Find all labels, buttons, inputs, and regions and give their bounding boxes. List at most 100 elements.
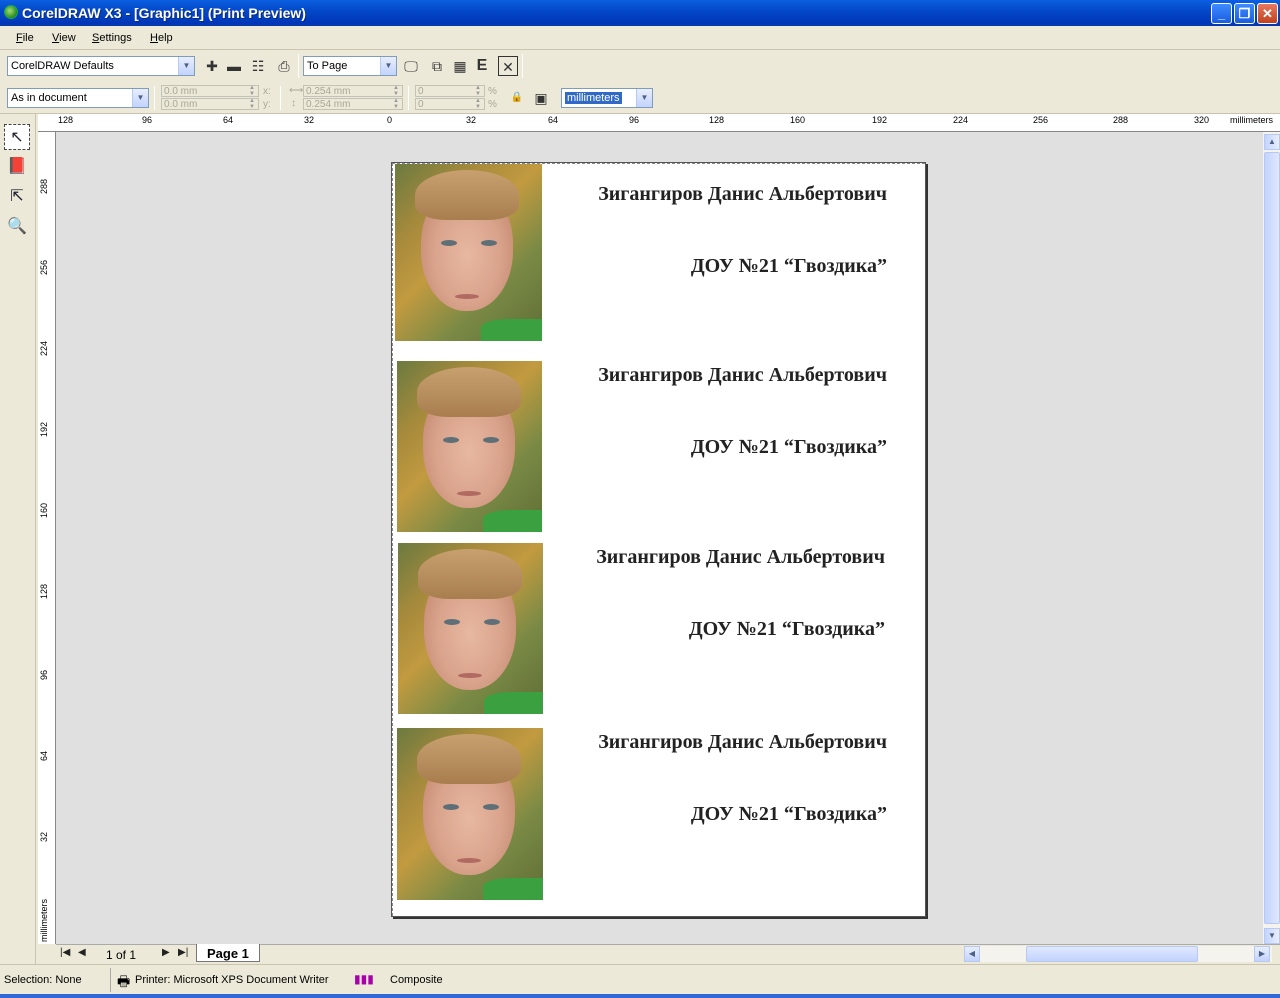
zoom-tool-icon[interactable]: 🔍 (4, 214, 30, 240)
position-value: As in document (11, 92, 87, 104)
ruler-tick-label: 288 (1113, 115, 1129, 125)
ruler-tick-label: 128 (39, 583, 49, 599)
chevron-down-icon[interactable]: ▼ (178, 57, 194, 75)
toolbar-separator (522, 54, 523, 78)
ruler-tick-label: 128 (58, 115, 74, 125)
maximize-button[interactable]: ❐ (1234, 3, 1255, 24)
menu-help[interactable]: Help (150, 32, 173, 44)
ruler-units-label: millimeters (1230, 115, 1274, 125)
toolbox: ↖ 📕 ⇱ 🔍 (0, 114, 36, 964)
pick-tool-icon[interactable]: ↖ (4, 124, 30, 150)
ruler-tick-label: 256 (39, 259, 49, 275)
zoom-value: To Page (307, 60, 348, 72)
child-photo (397, 728, 543, 900)
ruler-tick-label: 128 (709, 115, 725, 125)
last-page-icon[interactable]: ▶| (178, 947, 188, 958)
ruler-tick-label: 160 (790, 115, 806, 125)
scroll-left-icon[interactable]: ◀ (964, 946, 980, 962)
print-preview-toolbar: CorelDRAW Defaults ▼ ✚ ▬ ☷ ⎙ To Page ▼ 🖵… (0, 51, 1280, 81)
minimize-button[interactable]: _ (1211, 3, 1232, 24)
badge[interactable]: Зигангиров Данис Альбертович ДОУ №21 “Гв… (392, 727, 927, 907)
full-screen-icon[interactable]: 🖵 (401, 56, 421, 76)
badge-org: ДОУ №21 “Гвоздика” (690, 803, 887, 825)
add-preset-icon[interactable]: ✚ (202, 56, 222, 76)
imposition-icon[interactable]: ⧉ (427, 56, 447, 76)
menu-settings[interactable]: Settings (92, 32, 132, 44)
badge[interactable]: Зигангиров Данис Альбертович ДОУ №21 “Гв… (392, 163, 927, 343)
printer-icon: 🖶 (117, 973, 131, 989)
coreldraw-app-icon[interactable] (4, 5, 18, 19)
horizontal-scrollbar[interactable]: ◀ ▶ (964, 946, 1272, 962)
horizontal-scroll-thumb[interactable] (1026, 946, 1198, 962)
horizontal-ruler[interactable]: 128 96 64 32 0 32 64 96 128 160 192 224 … (38, 114, 1280, 132)
percent-label: % (488, 86, 497, 97)
vertical-scrollbar[interactable]: ▲ ▼ (1262, 132, 1280, 944)
zoom-select[interactable]: To Page ▼ (303, 56, 397, 76)
marks-icon[interactable]: ▦ (450, 56, 470, 76)
menu-file[interactable]: File (16, 32, 34, 44)
toolbar-separator (408, 86, 409, 110)
width-icon: ⟷ (289, 85, 304, 96)
imposition-layout-tool-icon[interactable]: 📕 (4, 154, 30, 180)
y-position-field[interactable]: 0.0 mm (161, 98, 259, 110)
width-spin-icon[interactable]: ▲ ▼ (391, 85, 401, 97)
scroll-up-icon[interactable]: ▲ (1264, 134, 1280, 150)
ruler-tick-label: 192 (872, 115, 888, 125)
ruler-tick-label: 64 (39, 750, 49, 761)
close-preview-icon[interactable]: ✕ (498, 56, 518, 76)
selection-status: Selection: None (4, 974, 82, 986)
ruler-tick-label: 64 (548, 115, 559, 125)
child-photo (395, 164, 542, 341)
scroll-down-icon[interactable]: ▼ (1264, 928, 1280, 944)
ruler-tick-label: 96 (142, 115, 153, 125)
badge-name: Зигангиров Данис Альбертович (598, 731, 887, 753)
status-bar: Selection: None 🖶 Printer: Microsoft XPS… (0, 964, 1280, 994)
y-spin-icon[interactable]: ▲ ▼ (247, 98, 257, 110)
print-icon[interactable]: ⎙ (274, 56, 294, 76)
child-photo (398, 543, 543, 714)
ruler-tick-label: 224 (39, 340, 49, 356)
chevron-down-icon[interactable]: ▼ (380, 57, 396, 75)
position-select[interactable]: As in document ▼ (7, 88, 149, 108)
x-spin-icon[interactable]: ▲ ▼ (247, 85, 257, 97)
x-position-field[interactable]: 0.0 mm (161, 85, 259, 97)
badge[interactable]: Зигангиров Данис Альбертович ДОУ №21 “Гв… (392, 542, 927, 722)
percent-label: % (488, 99, 497, 110)
print-style-value: CorelDRAW Defaults (11, 60, 114, 72)
height-spin-icon[interactable]: ▲ ▼ (391, 98, 401, 110)
emulsion-icon[interactable]: E (472, 56, 492, 76)
page-count: 1 of 1 (106, 948, 137, 962)
width-field[interactable]: 0.254 mm (303, 85, 403, 97)
print-options-icon[interactable]: ☷ (248, 56, 268, 76)
height-field[interactable]: 0.254 mm (303, 98, 403, 110)
scale-h-spin-icon[interactable]: ▲ ▼ (473, 98, 483, 110)
vertical-scroll-thumb[interactable] (1264, 152, 1280, 924)
scroll-right-icon[interactable]: ▶ (1254, 946, 1270, 962)
next-page-icon[interactable]: ▶ (162, 947, 170, 958)
lock-icon[interactable]: 🔒 (507, 88, 527, 108)
print-style-select[interactable]: CorelDRAW Defaults ▼ (7, 56, 195, 76)
output-mode-status: Composite (390, 974, 443, 986)
tile-icon[interactable]: ▣ (531, 88, 551, 108)
first-page-icon[interactable]: |◀ (60, 947, 70, 958)
units-select[interactable]: millimeters ▼ (561, 88, 653, 108)
print-page[interactable]: Зигангиров Данис Альбертович ДОУ №21 “Гв… (391, 162, 926, 917)
chevron-down-icon[interactable]: ▼ (132, 89, 148, 107)
chevron-down-icon[interactable]: ▼ (636, 89, 652, 107)
ruler-tick-label: 96 (39, 669, 49, 680)
preview-canvas[interactable]: Зигангиров Данис Альбертович ДОУ №21 “Гв… (56, 132, 1262, 944)
units-value: millimeters (565, 92, 622, 104)
page-tab[interactable]: Page 1 (196, 944, 260, 962)
marks-placement-tool-icon[interactable]: ⇱ (4, 184, 30, 210)
height-icon: ↕ (291, 98, 296, 109)
ruler-tick-label: 32 (304, 115, 315, 125)
badge-org: ДОУ №21 “Гвоздика” (690, 436, 887, 458)
remove-preset-icon[interactable]: ▬ (224, 56, 244, 76)
title-bar: CorelDRAW X3 - [Graphic1] (Print Preview… (0, 0, 1280, 26)
menu-view[interactable]: View (52, 32, 76, 44)
badge[interactable]: Зигангиров Данис Альбертович ДОУ №21 “Гв… (392, 360, 927, 540)
close-button[interactable]: ✕ (1257, 3, 1278, 24)
scale-w-spin-icon[interactable]: ▲ ▼ (473, 85, 483, 97)
vertical-ruler[interactable]: 288 256 224 192 160 128 96 64 32 millime… (38, 132, 56, 944)
previous-page-icon[interactable]: ◀ (78, 947, 86, 958)
